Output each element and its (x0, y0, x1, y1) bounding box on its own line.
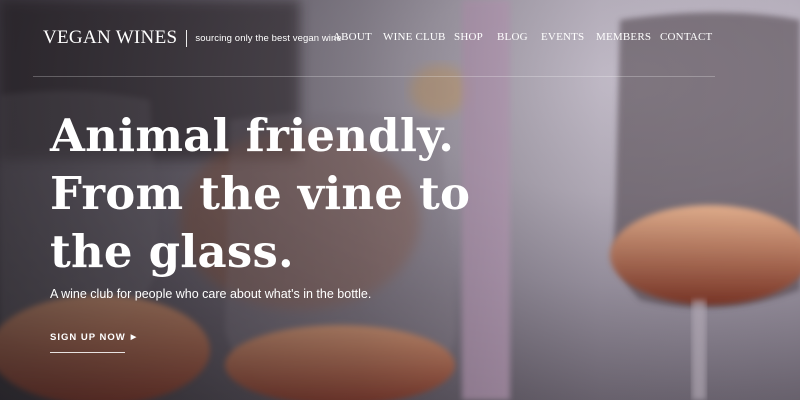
brand-tagline: sourcing only the best vegan wine (195, 32, 342, 44)
sign-up-underline (50, 352, 125, 353)
nav-item-members[interactable]: MEMBERS (596, 31, 651, 43)
brand[interactable]: VEGAN WINES sourcing only the best vegan… (43, 27, 342, 49)
header-divider (33, 76, 715, 77)
brand-divider (186, 29, 188, 47)
hero-title-line: From the vine to (50, 167, 471, 220)
hero-title: Animal friendly. From the vine to the gl… (50, 107, 470, 281)
hero-subtitle: A wine club for people who care about wh… (50, 287, 372, 301)
nav-item-wine-club[interactable]: WINE CLUB (383, 31, 446, 43)
nav-item-contact[interactable]: CONTACT (660, 31, 712, 43)
nav-item-about[interactable]: ABOUT (333, 31, 372, 43)
triangle-right-icon: ▶ (130, 334, 138, 341)
sign-up-label: SIGN UP NOW (50, 332, 126, 343)
sign-up-button[interactable]: SIGN UP NOW ▶ (50, 332, 137, 343)
hero-title-line: the glass. (50, 225, 294, 278)
brand-logo-text[interactable]: VEGAN WINES (43, 27, 177, 49)
nav-item-shop[interactable]: SHOP (454, 31, 483, 43)
hero-title-line: Animal friendly. (50, 109, 455, 162)
nav-item-blog[interactable]: BLOG (497, 31, 528, 43)
site-header: VEGAN WINES sourcing only the best vegan… (0, 0, 800, 77)
nav-item-events[interactable]: EVENTS (541, 31, 584, 43)
